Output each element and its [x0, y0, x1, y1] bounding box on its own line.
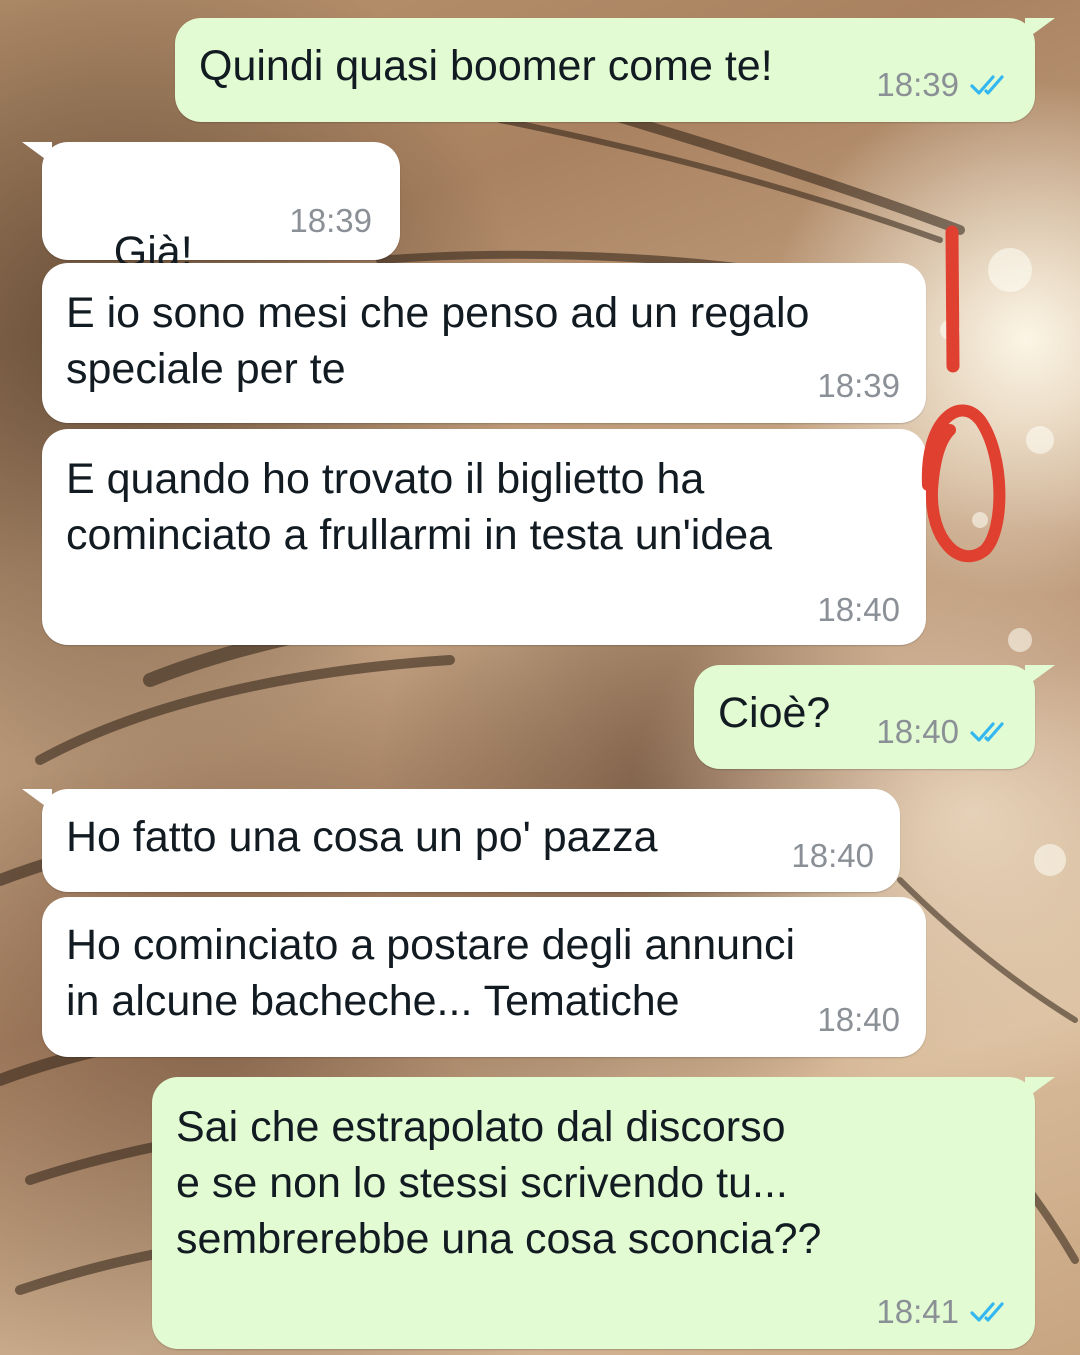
double-check-read-icon — [970, 722, 1004, 742]
message-meta: 18:41 — [876, 1293, 1013, 1331]
message-time: 18:39 — [817, 367, 900, 404]
message-text: E quando ho trovato il biglietto ha comi… — [66, 455, 773, 559]
message-bubble-incoming[interactable]: Ho cominciato a postare degli annunci in… — [42, 897, 926, 1057]
message-bubble-incoming[interactable]: E io sono mesi che penso ad un regalo sp… — [42, 263, 926, 423]
double-check-read-icon — [970, 1302, 1004, 1322]
message-text: E io sono mesi che penso ad un regalo sp… — [66, 289, 810, 393]
message-bubble-incoming[interactable]: E quando ho trovato il biglietto ha comi… — [42, 429, 926, 645]
message-time: 18:40 — [817, 1001, 900, 1038]
message-time: 18:39 — [289, 202, 372, 239]
message-bubble-incoming[interactable]: Ho fatto una cosa un po' pazza 18:40 — [22, 789, 900, 892]
double-check-read-icon — [970, 75, 1004, 95]
message-time: 18:40 — [876, 713, 959, 750]
message-time: 18:41 — [876, 1293, 959, 1330]
message-meta: 18:40 — [817, 1001, 900, 1039]
message-meta: 18:39 — [289, 202, 372, 240]
message-text: Ho cominciato a postare degli annunci in… — [66, 921, 796, 1025]
message-meta: 18:40 — [791, 837, 874, 875]
message-bubble-outgoing[interactable]: Quindi quasi boomer come te! 18:39 — [175, 18, 1055, 122]
message-text: Ho fatto una cosa un po' pazza — [66, 813, 658, 861]
message-bubble-outgoing[interactable]: Cioè? 18:40 — [694, 665, 1055, 769]
message-text: Sai che estrapolato dal discorso e se no… — [176, 1103, 822, 1263]
message-meta: 18:39 — [817, 367, 900, 405]
message-text: Quindi quasi boomer come te! — [199, 42, 773, 90]
message-bubble-incoming[interactable]: Già! 18:39 — [22, 142, 400, 345]
message-meta: 18:39 — [876, 66, 1013, 104]
message-meta: 18:40 — [876, 713, 1013, 751]
message-time: 18:40 — [817, 591, 900, 628]
message-text: Cioè? — [718, 689, 831, 737]
message-time: 18:40 — [791, 837, 874, 874]
message-meta: 18:40 — [817, 591, 900, 629]
message-bubble-outgoing[interactable]: Sai che estrapolato dal discorso e se no… — [152, 1077, 1055, 1349]
message-time: 18:39 — [876, 66, 959, 103]
